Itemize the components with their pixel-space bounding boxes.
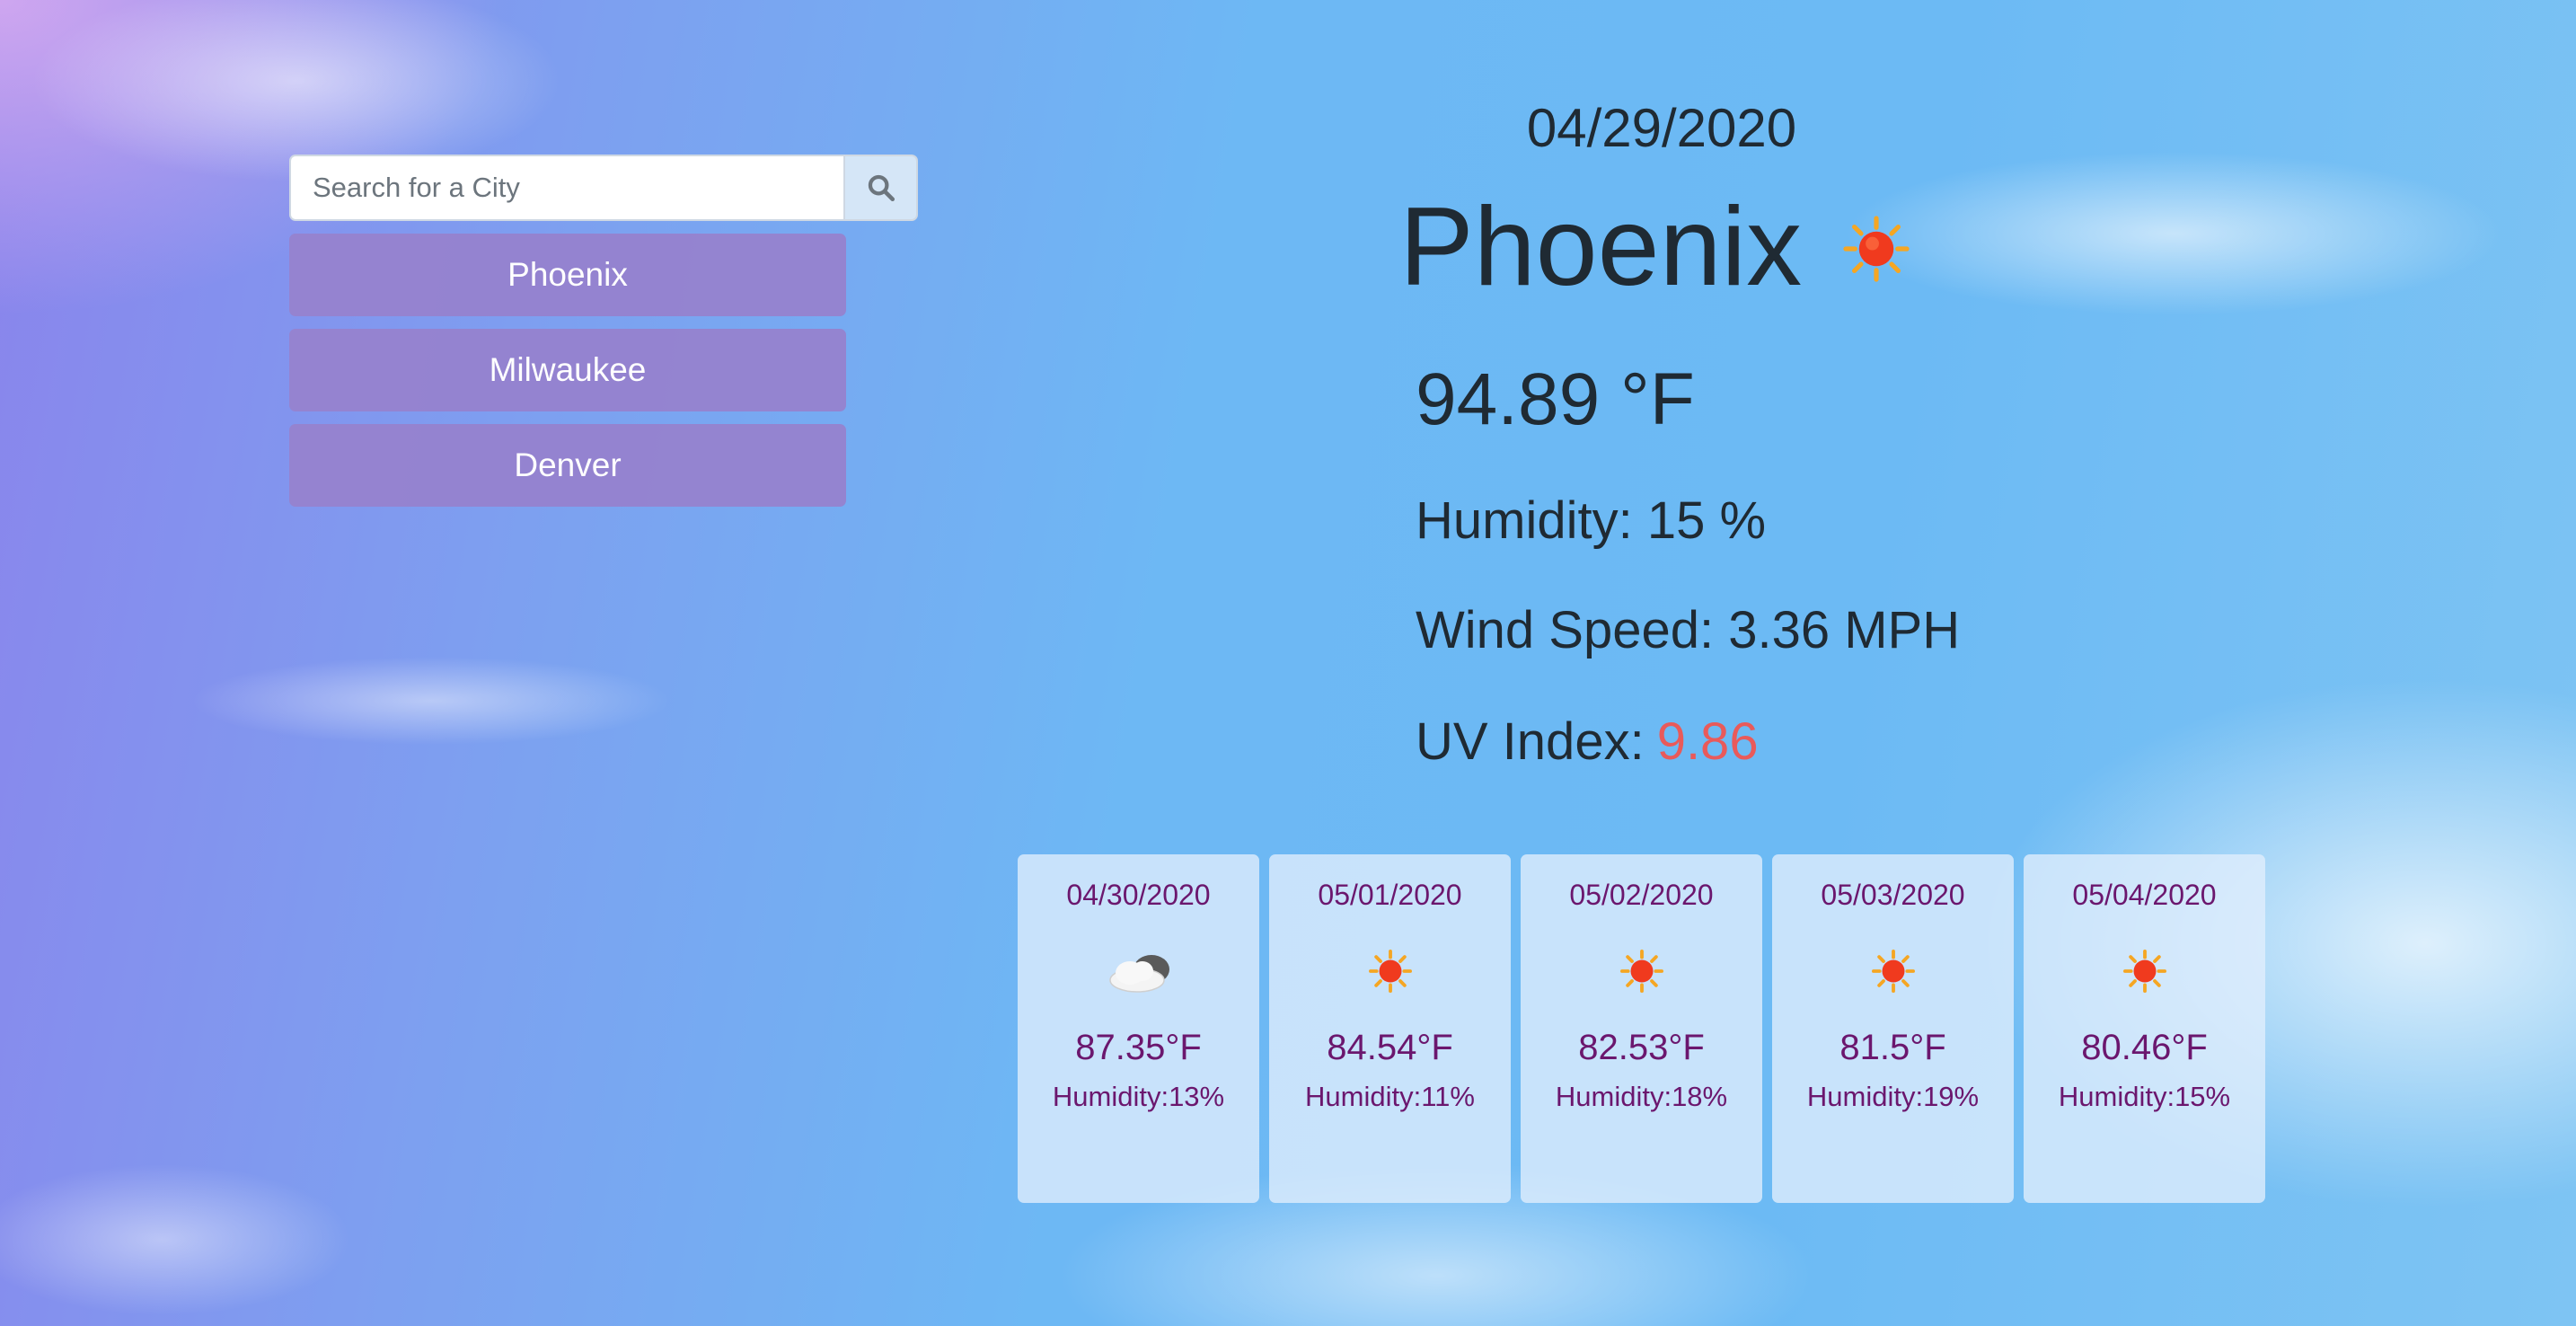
city-search-input[interactable] <box>289 155 843 221</box>
sun-icon <box>1772 931 2014 1012</box>
forecast-humidity: Humidity:18% <box>1555 1081 1728 1112</box>
search-group <box>289 155 918 221</box>
current-wind-speed: Wind Speed: 3.36 MPH <box>1416 601 1961 659</box>
forecast-temperature: 81.5°F <box>1839 1028 1946 1067</box>
search-button[interactable] <box>843 155 918 221</box>
sun-icon <box>2024 931 2265 1012</box>
forecast-humidity: Humidity:15% <box>2058 1081 2231 1112</box>
forecast-date: 05/04/2020 <box>2072 879 2217 911</box>
forecast-date: 05/01/2020 <box>1318 879 1462 911</box>
uv-index-value: 9.86 <box>1656 712 1759 771</box>
sun-icon <box>1521 931 1762 1012</box>
current-humidity: Humidity: 15 % <box>1416 491 1767 550</box>
sun-icon <box>1843 215 1910 287</box>
forecast-card: 04/30/2020 87.35°F Humidity:13% <box>1018 854 1259 1203</box>
forecast-date: 04/30/2020 <box>1066 879 1211 911</box>
forecast-date: 05/02/2020 <box>1569 879 1714 911</box>
forecast-temperature: 84.54°F <box>1327 1028 1453 1067</box>
uv-index: UV Index: 9.86 <box>1416 712 1759 772</box>
city-name: Phoenix <box>1399 185 1803 309</box>
forecast-humidity: Humidity:19% <box>1806 1081 1980 1112</box>
city-button-milwaukee[interactable]: Milwaukee <box>289 329 846 411</box>
city-header: Phoenix <box>1399 184 1910 310</box>
forecast-temperature: 87.35°F <box>1075 1028 1202 1067</box>
forecast-humidity: Humidity:13% <box>1052 1081 1225 1112</box>
current-date: 04/29/2020 <box>1526 98 1797 158</box>
city-button-denver[interactable]: Denver <box>289 424 846 507</box>
forecast-card: 05/02/2020 82.53°F Humidity:18% <box>1521 854 1762 1203</box>
forecast-card: 05/01/2020 84.54°F Humidity:11% <box>1269 854 1511 1203</box>
forecast-temperature: 82.53°F <box>1578 1028 1705 1067</box>
uv-index-label: UV Index: <box>1416 712 1645 771</box>
forecast-humidity: Humidity:11% <box>1305 1081 1475 1112</box>
current-temperature: 94.89 °F <box>1416 358 1695 440</box>
forecast-temperature: 80.46°F <box>2081 1028 2208 1067</box>
forecast-card: 05/03/2020 81.5°F Humidity:19% <box>1772 854 2014 1203</box>
search-history-list: Phoenix Milwaukee Denver <box>289 234 846 519</box>
city-button-phoenix[interactable]: Phoenix <box>289 234 846 316</box>
sun-icon <box>1269 931 1511 1012</box>
cloud-icon <box>1018 931 1259 1012</box>
forecast-date: 05/03/2020 <box>1821 879 1965 911</box>
five-day-forecast: 04/30/2020 87.35°F Humidity:13% 05/01/20… <box>1018 854 2265 1203</box>
search-icon <box>868 174 895 202</box>
forecast-card: 05/04/2020 80.46°F Humidity:15% <box>2024 854 2265 1203</box>
